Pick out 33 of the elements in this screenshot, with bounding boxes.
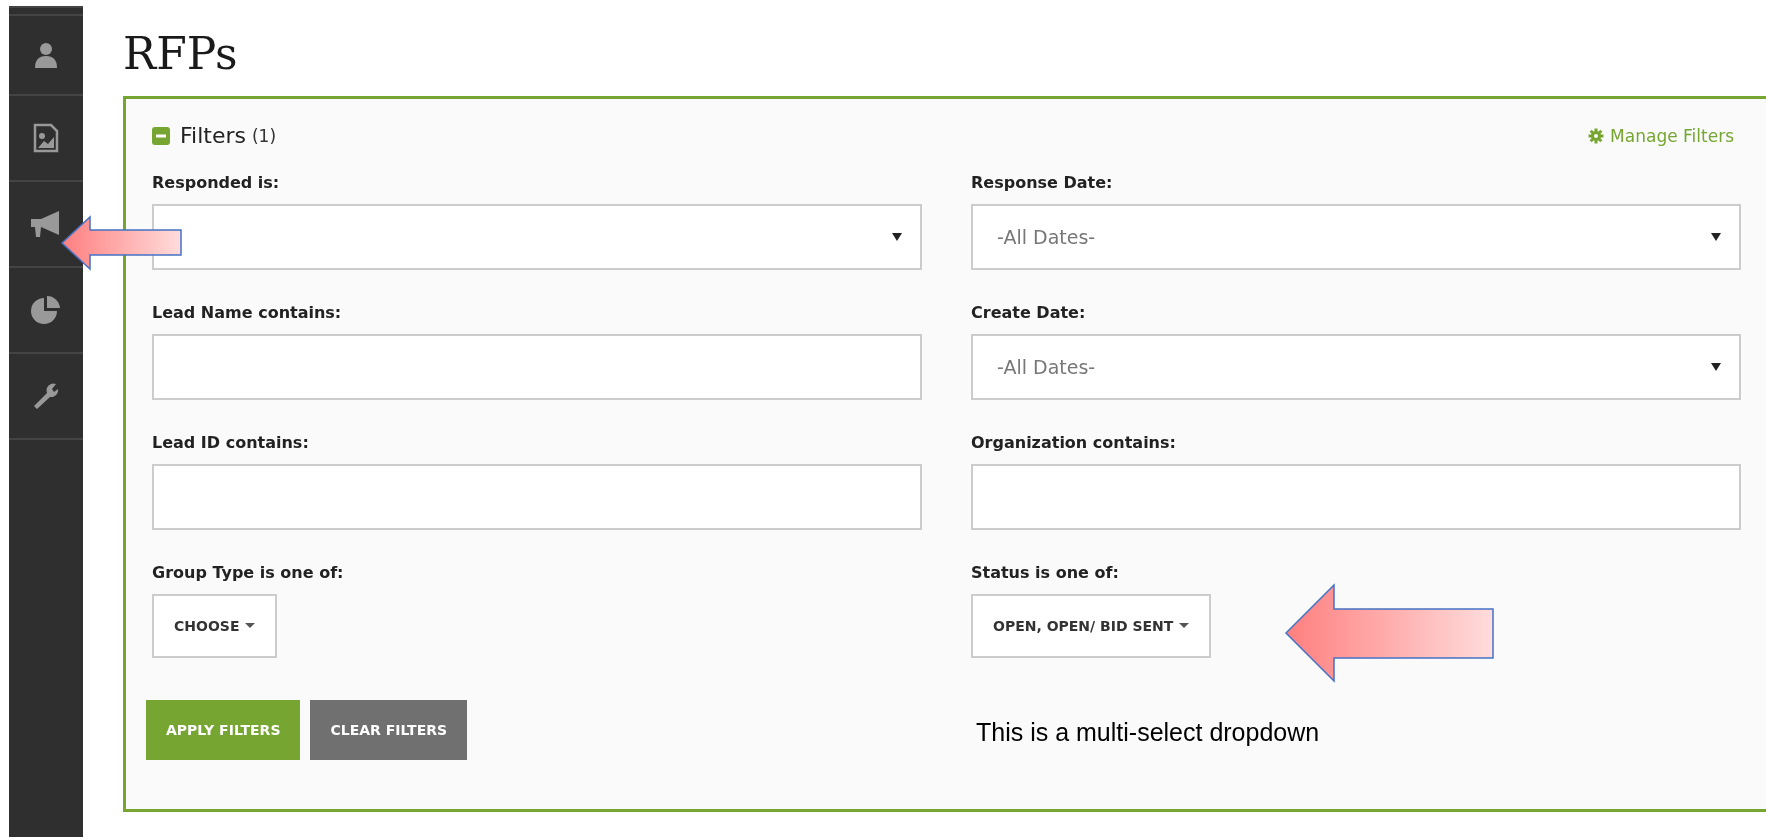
caret-icon [1711, 233, 1721, 241]
multi-select-dropdown[interactable]: OPEN, OPEN/ BID SENT [971, 594, 1212, 658]
field-label: Lead Name contains: [152, 302, 342, 324]
input-field[interactable] [152, 334, 922, 400]
field-label: Responded is: [152, 172, 280, 194]
field-label: Status is one of: [971, 562, 1119, 584]
caret-icon [1711, 363, 1721, 371]
input-field[interactable] [152, 464, 922, 530]
select-field[interactable]: -All Dates- [971, 334, 1741, 400]
manage-filters-link[interactable]: Manage Filters [1588, 125, 1734, 146]
gear-icon [1588, 127, 1605, 144]
field-label: Organization contains: [971, 432, 1176, 454]
field-label: Create Date: [971, 302, 1086, 324]
select-field[interactable]: -All Dates- [971, 204, 1741, 270]
input-field[interactable] [971, 464, 1741, 530]
image-icon[interactable] [33, 123, 59, 153]
caret-icon [1179, 623, 1190, 629]
user-icon[interactable] [32, 41, 60, 69]
filter-count: (1) [251, 125, 277, 146]
filters-title: Filters [180, 123, 246, 148]
select-field[interactable] [152, 204, 922, 270]
collapse-icon[interactable] [152, 126, 170, 145]
field-label: Lead ID contains: [152, 432, 309, 454]
pie-chart-icon[interactable] [30, 294, 62, 326]
page-title: RFPs [123, 28, 239, 80]
caret-icon [245, 623, 256, 629]
field-label: Group Type is one of: [152, 562, 344, 584]
caret-icon [892, 233, 902, 241]
multi-select-dropdown[interactable]: CHOOSE [152, 594, 278, 658]
field-label: Response Date: [971, 172, 1113, 194]
annotation-text: This is a multi-select dropdown [976, 718, 1320, 747]
apply-button[interactable]: APPLY FILTERS [146, 700, 301, 760]
clear-button[interactable]: CLEAR FILTERS [310, 700, 468, 760]
